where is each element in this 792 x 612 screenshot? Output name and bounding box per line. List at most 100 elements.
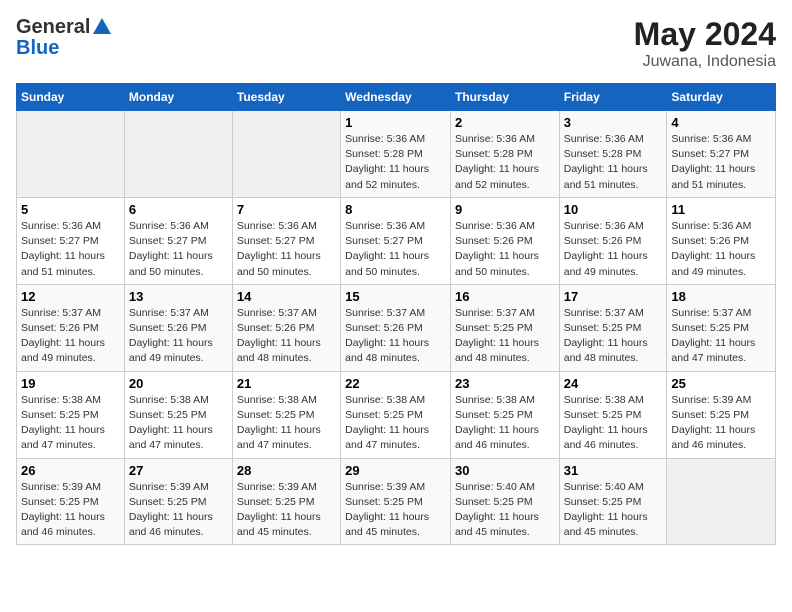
day-info: Sunrise: 5:36 AMSunset: 5:26 PMDaylight:… <box>564 219 663 280</box>
weekday-header-sunday: Sunday <box>17 84 125 111</box>
weekday-header-thursday: Thursday <box>450 84 559 111</box>
day-number: 12 <box>21 289 120 304</box>
page-header: General Blue May 2024 Juwana, Indonesia <box>16 16 776 71</box>
day-cell <box>17 111 125 198</box>
day-number: 17 <box>564 289 663 304</box>
day-info: Sunrise: 5:40 AMSunset: 5:25 PMDaylight:… <box>455 480 555 541</box>
day-info: Sunrise: 5:40 AMSunset: 5:25 PMDaylight:… <box>564 480 663 541</box>
day-info: Sunrise: 5:36 AMSunset: 5:27 PMDaylight:… <box>345 219 446 280</box>
week-row-1: 1 Sunrise: 5:36 AMSunset: 5:28 PMDaylight… <box>17 111 776 198</box>
month-title: May 2024 <box>634 16 776 53</box>
day-info: Sunrise: 5:37 AMSunset: 5:25 PMDaylight:… <box>455 306 555 367</box>
calendar-table: SundayMondayTuesdayWednesdayThursdayFrid… <box>16 83 776 545</box>
day-cell: 4 Sunrise: 5:36 AMSunset: 5:27 PMDaylight… <box>667 111 776 198</box>
day-cell: 22 Sunrise: 5:38 AMSunset: 5:25 PMDayligh… <box>341 371 451 458</box>
day-cell: 12 Sunrise: 5:37 AMSunset: 5:26 PMDayligh… <box>17 284 125 371</box>
title-block: May 2024 Juwana, Indonesia <box>634 16 776 71</box>
day-number: 27 <box>129 463 228 478</box>
day-info: Sunrise: 5:39 AMSunset: 5:25 PMDaylight:… <box>345 480 446 541</box>
day-info: Sunrise: 5:38 AMSunset: 5:25 PMDaylight:… <box>345 393 446 454</box>
day-cell: 18Sunrise: 5:37 AMSunset: 5:25 PMDayligh… <box>667 284 776 371</box>
day-number: 16 <box>455 289 555 304</box>
week-row-4: 19Sunrise: 5:38 AMSunset: 5:25 PMDayligh… <box>17 371 776 458</box>
day-cell: 25 Sunrise: 5:39 AMSunset: 5:25 PMDayligh… <box>667 371 776 458</box>
day-cell: 8 Sunrise: 5:36 AMSunset: 5:27 PMDaylight… <box>341 197 451 284</box>
day-number: 23 <box>455 376 555 391</box>
day-info: Sunrise: 5:36 AMSunset: 5:26 PMDaylight:… <box>455 219 555 280</box>
day-cell: 2Sunrise: 5:36 AMSunset: 5:28 PMDaylight… <box>450 111 559 198</box>
day-cell: 10Sunrise: 5:36 AMSunset: 5:26 PMDayligh… <box>559 197 667 284</box>
day-number: 29 <box>345 463 446 478</box>
weekday-header-wednesday: Wednesday <box>341 84 451 111</box>
day-number: 1 <box>345 115 446 130</box>
day-cell: 17 Sunrise: 5:37 AMSunset: 5:25 PMDayligh… <box>559 284 667 371</box>
day-info: Sunrise: 5:37 AMSunset: 5:25 PMDaylight:… <box>564 306 663 367</box>
weekday-header-tuesday: Tuesday <box>232 84 340 111</box>
day-info: Sunrise: 5:38 AMSunset: 5:25 PMDaylight:… <box>129 393 228 454</box>
day-number: 22 <box>345 376 446 391</box>
day-number: 8 <box>345 202 446 217</box>
day-cell: 3Sunrise: 5:36 AMSunset: 5:28 PMDaylight… <box>559 111 667 198</box>
day-info: Sunrise: 5:36 AMSunset: 5:27 PMDaylight:… <box>237 219 336 280</box>
day-number: 9 <box>455 202 555 217</box>
day-cell: 6Sunrise: 5:36 AMSunset: 5:27 PMDaylight… <box>124 197 232 284</box>
day-cell <box>124 111 232 198</box>
day-info: Sunrise: 5:36 AMSunset: 5:26 PMDaylight:… <box>671 219 771 280</box>
day-cell: 26 Sunrise: 5:39 AMSunset: 5:25 PMDayligh… <box>17 458 125 545</box>
location-title: Juwana, Indonesia <box>634 53 776 71</box>
week-row-2: 5Sunrise: 5:36 AMSunset: 5:27 PMDaylight… <box>17 197 776 284</box>
day-cell <box>667 458 776 545</box>
day-info: Sunrise: 5:37 AMSunset: 5:26 PMDaylight:… <box>129 306 228 367</box>
day-info: Sunrise: 5:39 AMSunset: 5:25 PMDaylight:… <box>129 480 228 541</box>
day-info: Sunrise: 5:36 AMSunset: 5:27 PMDaylight:… <box>21 219 120 280</box>
day-number: 28 <box>237 463 336 478</box>
day-info: Sunrise: 5:39 AMSunset: 5:25 PMDaylight:… <box>671 393 771 454</box>
day-info: Sunrise: 5:36 AMSunset: 5:28 PMDaylight:… <box>345 132 446 193</box>
day-info: Sunrise: 5:37 AMSunset: 5:26 PMDaylight:… <box>345 306 446 367</box>
day-cell: 24 Sunrise: 5:38 AMSunset: 5:25 PMDayligh… <box>559 371 667 458</box>
day-number: 7 <box>237 202 336 217</box>
day-info: Sunrise: 5:37 AMSunset: 5:26 PMDaylight:… <box>21 306 120 367</box>
day-cell: 28Sunrise: 5:39 AMSunset: 5:25 PMDayligh… <box>232 458 340 545</box>
weekday-header-friday: Friday <box>559 84 667 111</box>
day-cell: 21Sunrise: 5:38 AMSunset: 5:25 PMDayligh… <box>232 371 340 458</box>
day-cell: 11 Sunrise: 5:36 AMSunset: 5:26 PMDayligh… <box>667 197 776 284</box>
day-cell: 13 Sunrise: 5:37 AMSunset: 5:26 PMDayligh… <box>124 284 232 371</box>
weekday-header-row: SundayMondayTuesdayWednesdayThursdayFrid… <box>17 84 776 111</box>
weekday-header-saturday: Saturday <box>667 84 776 111</box>
day-cell: 1 Sunrise: 5:36 AMSunset: 5:28 PMDaylight… <box>341 111 451 198</box>
day-cell: 19Sunrise: 5:38 AMSunset: 5:25 PMDayligh… <box>17 371 125 458</box>
day-info: Sunrise: 5:37 AMSunset: 5:25 PMDaylight:… <box>671 306 771 367</box>
day-cell: 29 Sunrise: 5:39 AMSunset: 5:25 PMDayligh… <box>341 458 451 545</box>
day-cell: 31 Sunrise: 5:40 AMSunset: 5:25 PMDayligh… <box>559 458 667 545</box>
week-row-5: 26 Sunrise: 5:39 AMSunset: 5:25 PMDayligh… <box>17 458 776 545</box>
day-number: 25 <box>671 376 771 391</box>
day-number: 20 <box>129 376 228 391</box>
day-number: 13 <box>129 289 228 304</box>
day-cell: 9 Sunrise: 5:36 AMSunset: 5:26 PMDaylight… <box>450 197 559 284</box>
day-cell: 27 Sunrise: 5:39 AMSunset: 5:25 PMDayligh… <box>124 458 232 545</box>
day-info: Sunrise: 5:38 AMSunset: 5:25 PMDaylight:… <box>21 393 120 454</box>
day-info: Sunrise: 5:39 AMSunset: 5:25 PMDaylight:… <box>21 480 120 541</box>
day-number: 3 <box>564 115 663 130</box>
day-cell: 5Sunrise: 5:36 AMSunset: 5:27 PMDaylight… <box>17 197 125 284</box>
day-number: 24 <box>564 376 663 391</box>
week-row-3: 12 Sunrise: 5:37 AMSunset: 5:26 PMDayligh… <box>17 284 776 371</box>
logo-icon <box>91 16 113 38</box>
day-number: 31 <box>564 463 663 478</box>
day-info: Sunrise: 5:38 AMSunset: 5:25 PMDaylight:… <box>564 393 663 454</box>
day-number: 2 <box>455 115 555 130</box>
day-cell: 15Sunrise: 5:37 AMSunset: 5:26 PMDayligh… <box>341 284 451 371</box>
day-number: 30 <box>455 463 555 478</box>
day-info: Sunrise: 5:36 AMSunset: 5:27 PMDaylight:… <box>671 132 771 193</box>
day-cell: 7 Sunrise: 5:36 AMSunset: 5:27 PMDaylight… <box>232 197 340 284</box>
day-number: 4 <box>671 115 771 130</box>
weekday-header-monday: Monday <box>124 84 232 111</box>
day-info: Sunrise: 5:36 AMSunset: 5:27 PMDaylight:… <box>129 219 228 280</box>
day-info: Sunrise: 5:38 AMSunset: 5:25 PMDaylight:… <box>455 393 555 454</box>
day-cell: 14Sunrise: 5:37 AMSunset: 5:26 PMDayligh… <box>232 284 340 371</box>
day-cell: 23 Sunrise: 5:38 AMSunset: 5:25 PMDayligh… <box>450 371 559 458</box>
day-info: Sunrise: 5:37 AMSunset: 5:26 PMDaylight:… <box>237 306 336 367</box>
day-number: 26 <box>21 463 120 478</box>
day-number: 11 <box>671 202 771 217</box>
